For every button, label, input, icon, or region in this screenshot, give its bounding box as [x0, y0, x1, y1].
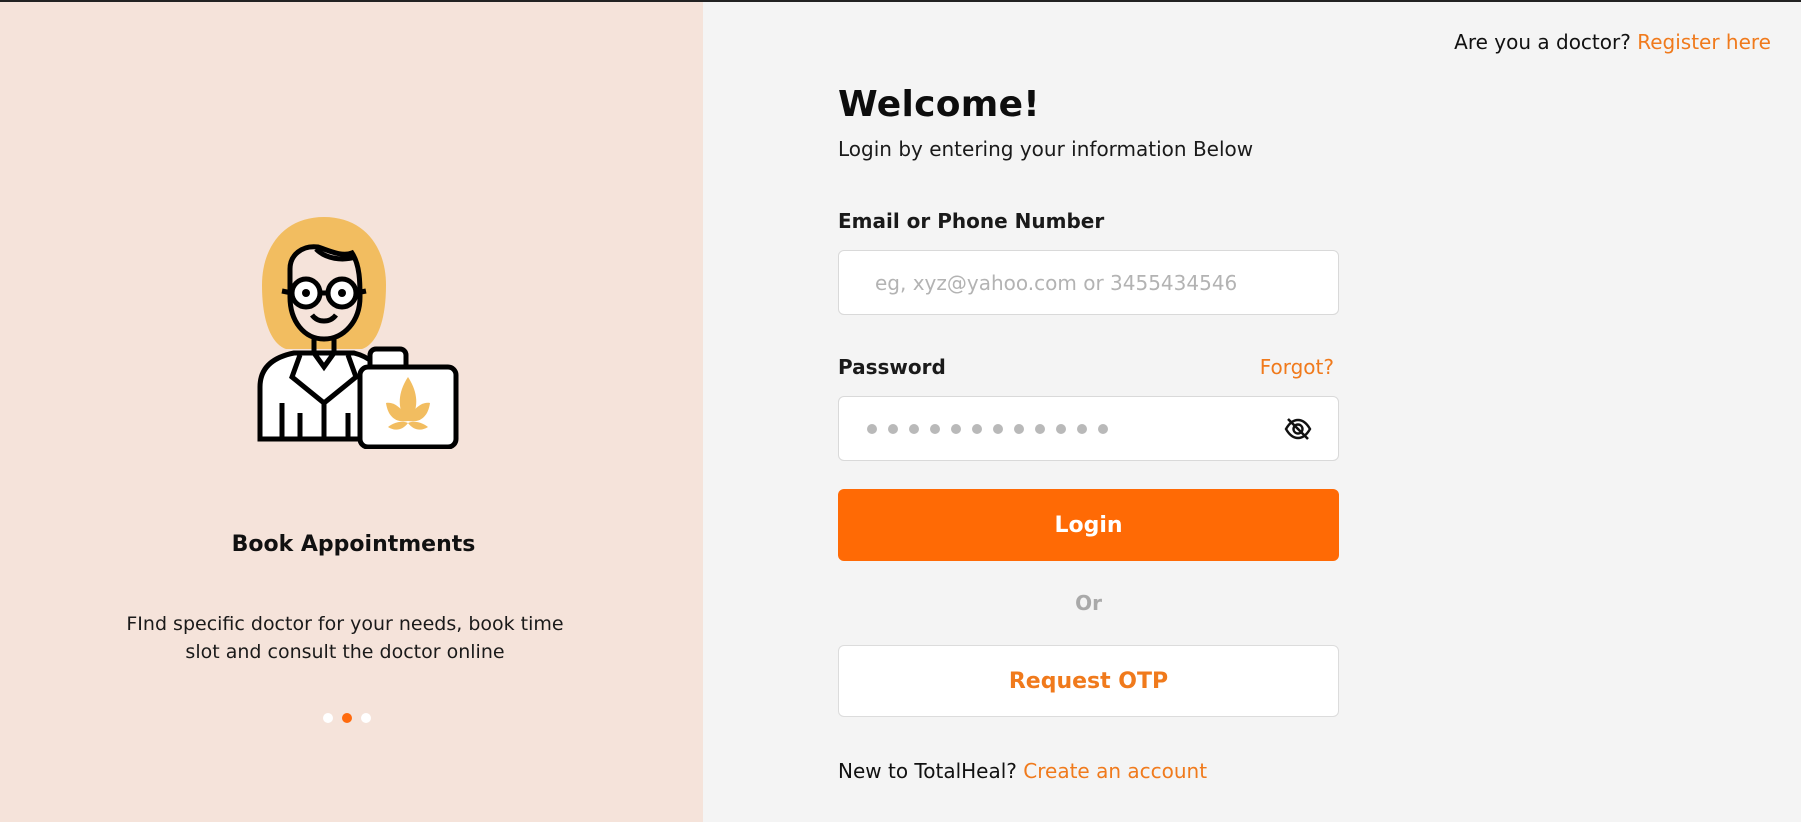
password-mask-dot [1098, 423, 1108, 434]
password-mask-dot [867, 423, 877, 434]
password-label: Password [838, 355, 946, 379]
email-field[interactable] [875, 270, 1302, 295]
password-mask-dot [1077, 423, 1087, 434]
login-form: Welcome! Login by entering your informat… [838, 84, 1339, 783]
login-page: Book Appointments FInd specific doctor f… [0, 0, 1801, 822]
password-mask-dot [951, 423, 961, 434]
carousel-dots [0, 713, 694, 723]
password-mask-dot [1056, 423, 1066, 434]
page-title: Welcome! [838, 84, 1040, 125]
email-field-container [838, 250, 1339, 315]
feature-title: Book Appointments [231, 532, 476, 557]
carousel-dot-3[interactable] [361, 713, 371, 723]
onboarding-panel: Book Appointments FInd specific doctor f… [0, 2, 703, 822]
doctor-with-medical-bag-icon [256, 217, 466, 450]
password-mask [867, 423, 1108, 434]
password-label-row: Password Forgot? [838, 355, 1339, 379]
carousel-dot-2[interactable] [342, 713, 352, 723]
password-mask-dot [909, 423, 919, 434]
password-mask-dot [888, 423, 898, 434]
signup-prompt-text: New to TotalHeal? [838, 759, 1017, 783]
forgot-password-link[interactable]: Forgot? [1260, 355, 1334, 379]
login-button[interactable]: Login [838, 489, 1339, 561]
doctor-register-prompt: Are you a doctor? Register here [1454, 30, 1771, 54]
password-mask-dot [1014, 423, 1024, 434]
email-label: Email or Phone Number [838, 209, 1105, 233]
signup-prompt: New to TotalHeal? Create an account [838, 759, 1339, 783]
eye-slash-icon[interactable] [1284, 417, 1312, 441]
password-mask-dot [930, 423, 940, 434]
password-mask-dot [993, 423, 1003, 434]
or-divider: Or [1075, 591, 1102, 615]
password-field[interactable] [838, 396, 1339, 461]
carousel-dot-1[interactable] [323, 713, 333, 723]
request-otp-button[interactable]: Request OTP [838, 645, 1339, 717]
login-panel: Are you a doctor? Register here Welcome!… [703, 2, 1801, 822]
doctor-prompt-text: Are you a doctor? [1454, 30, 1631, 54]
password-mask-dot [1035, 423, 1045, 434]
register-link[interactable]: Register here [1637, 30, 1771, 54]
password-mask-dot [972, 423, 982, 434]
feature-description: FInd specific doctor for your needs, boo… [126, 613, 564, 663]
create-account-link[interactable]: Create an account [1023, 759, 1207, 783]
page-subtitle: Login by entering your information Below [838, 137, 1254, 161]
